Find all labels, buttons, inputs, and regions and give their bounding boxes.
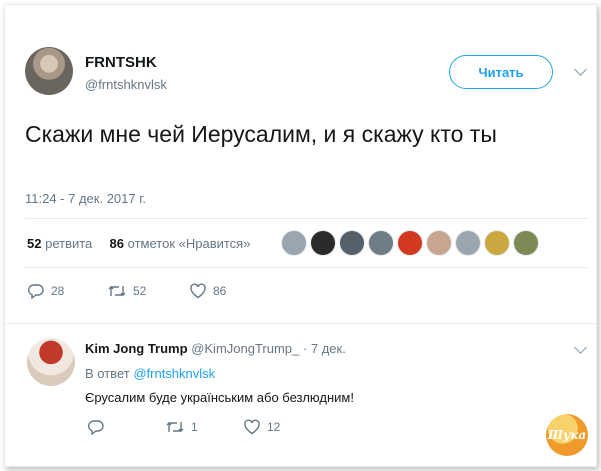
tweet-text: Скажи мне чей Иерусалим, и я скажу кто т… bbox=[25, 121, 497, 147]
author-handle[interactable]: @frntshknvlsk bbox=[85, 77, 167, 92]
like-button[interactable]: 12 bbox=[243, 419, 280, 435]
liker-avatar[interactable] bbox=[310, 230, 336, 256]
reply-text: Єрусалим буде українським або безлюдним! bbox=[85, 390, 354, 405]
like-count: 12 bbox=[267, 420, 281, 434]
retweet-button[interactable]: 52 bbox=[107, 283, 189, 299]
liker-avatar[interactable] bbox=[397, 230, 423, 256]
liker-avatar[interactable] bbox=[281, 230, 307, 256]
heart-icon bbox=[244, 419, 260, 435]
reply-button[interactable]: 28 bbox=[27, 283, 107, 299]
divider bbox=[25, 267, 588, 268]
heart-icon bbox=[190, 283, 206, 299]
reply-author-handle[interactable]: @KimJongTrump_ bbox=[191, 341, 299, 356]
liker-avatar[interactable] bbox=[484, 230, 510, 256]
liker-avatar[interactable] bbox=[455, 230, 481, 256]
reply-date[interactable]: · 7 дек. bbox=[303, 341, 346, 356]
like-button[interactable]: 86 bbox=[189, 283, 226, 299]
tweet-timestamp[interactable]: 11:24 - 7 дек. 2017 г. bbox=[25, 191, 146, 206]
author-name[interactable]: FRNTSHK bbox=[85, 54, 157, 71]
liker-avatar[interactable] bbox=[513, 230, 539, 256]
divider bbox=[25, 218, 588, 219]
reply-header: Kim Jong Trump @KimJongTrump_ · 7 дек. bbox=[85, 341, 346, 356]
tweet-actions: 28 52 86 bbox=[27, 283, 226, 299]
chevron-down-icon[interactable] bbox=[574, 63, 587, 76]
likes-label[interactable]: отметок «Нравится» bbox=[128, 236, 251, 251]
retweets-count[interactable]: 52 bbox=[27, 236, 41, 251]
liker-avatar[interactable] bbox=[426, 230, 452, 256]
reply-icon bbox=[28, 284, 44, 299]
reply-author-name[interactable]: Kim Jong Trump bbox=[85, 341, 188, 356]
retweet-button[interactable]: 1 bbox=[165, 419, 243, 435]
site-watermark-logo: Шука bbox=[546, 414, 588, 456]
divider bbox=[5, 323, 596, 324]
author-avatar[interactable] bbox=[25, 47, 73, 95]
in-reply-prefix: В ответ bbox=[85, 366, 130, 381]
likes-count[interactable]: 86 bbox=[110, 236, 124, 251]
reply-count: 28 bbox=[51, 284, 65, 298]
retweets-label[interactable]: ретвита bbox=[45, 236, 92, 251]
tweet-stats: 52 ретвита 86 отметок «Нравится» bbox=[27, 236, 250, 251]
retweet-icon bbox=[108, 286, 126, 296]
retweet-count: 1 bbox=[191, 420, 198, 434]
in-reply-handle[interactable]: @frntshknvlsk bbox=[133, 366, 215, 381]
retweet-count: 52 bbox=[133, 284, 147, 298]
follow-button[interactable]: Читать bbox=[449, 55, 553, 89]
reply-icon bbox=[88, 420, 104, 435]
reply-actions: 1 12 bbox=[87, 419, 280, 435]
reply-author-avatar[interactable] bbox=[27, 338, 75, 386]
tweet-card: FRNTSHK @frntshknvlsk Читать Скажи мне ч… bbox=[4, 4, 597, 467]
like-count: 86 bbox=[213, 284, 227, 298]
in-reply-to: В ответ @frntshknvlsk bbox=[85, 366, 215, 381]
reply-button[interactable] bbox=[87, 419, 165, 435]
liker-avatars bbox=[281, 230, 542, 256]
chevron-down-icon[interactable] bbox=[574, 341, 587, 354]
retweet-icon bbox=[166, 422, 184, 432]
liker-avatar[interactable] bbox=[368, 230, 394, 256]
liker-avatar[interactable] bbox=[339, 230, 365, 256]
